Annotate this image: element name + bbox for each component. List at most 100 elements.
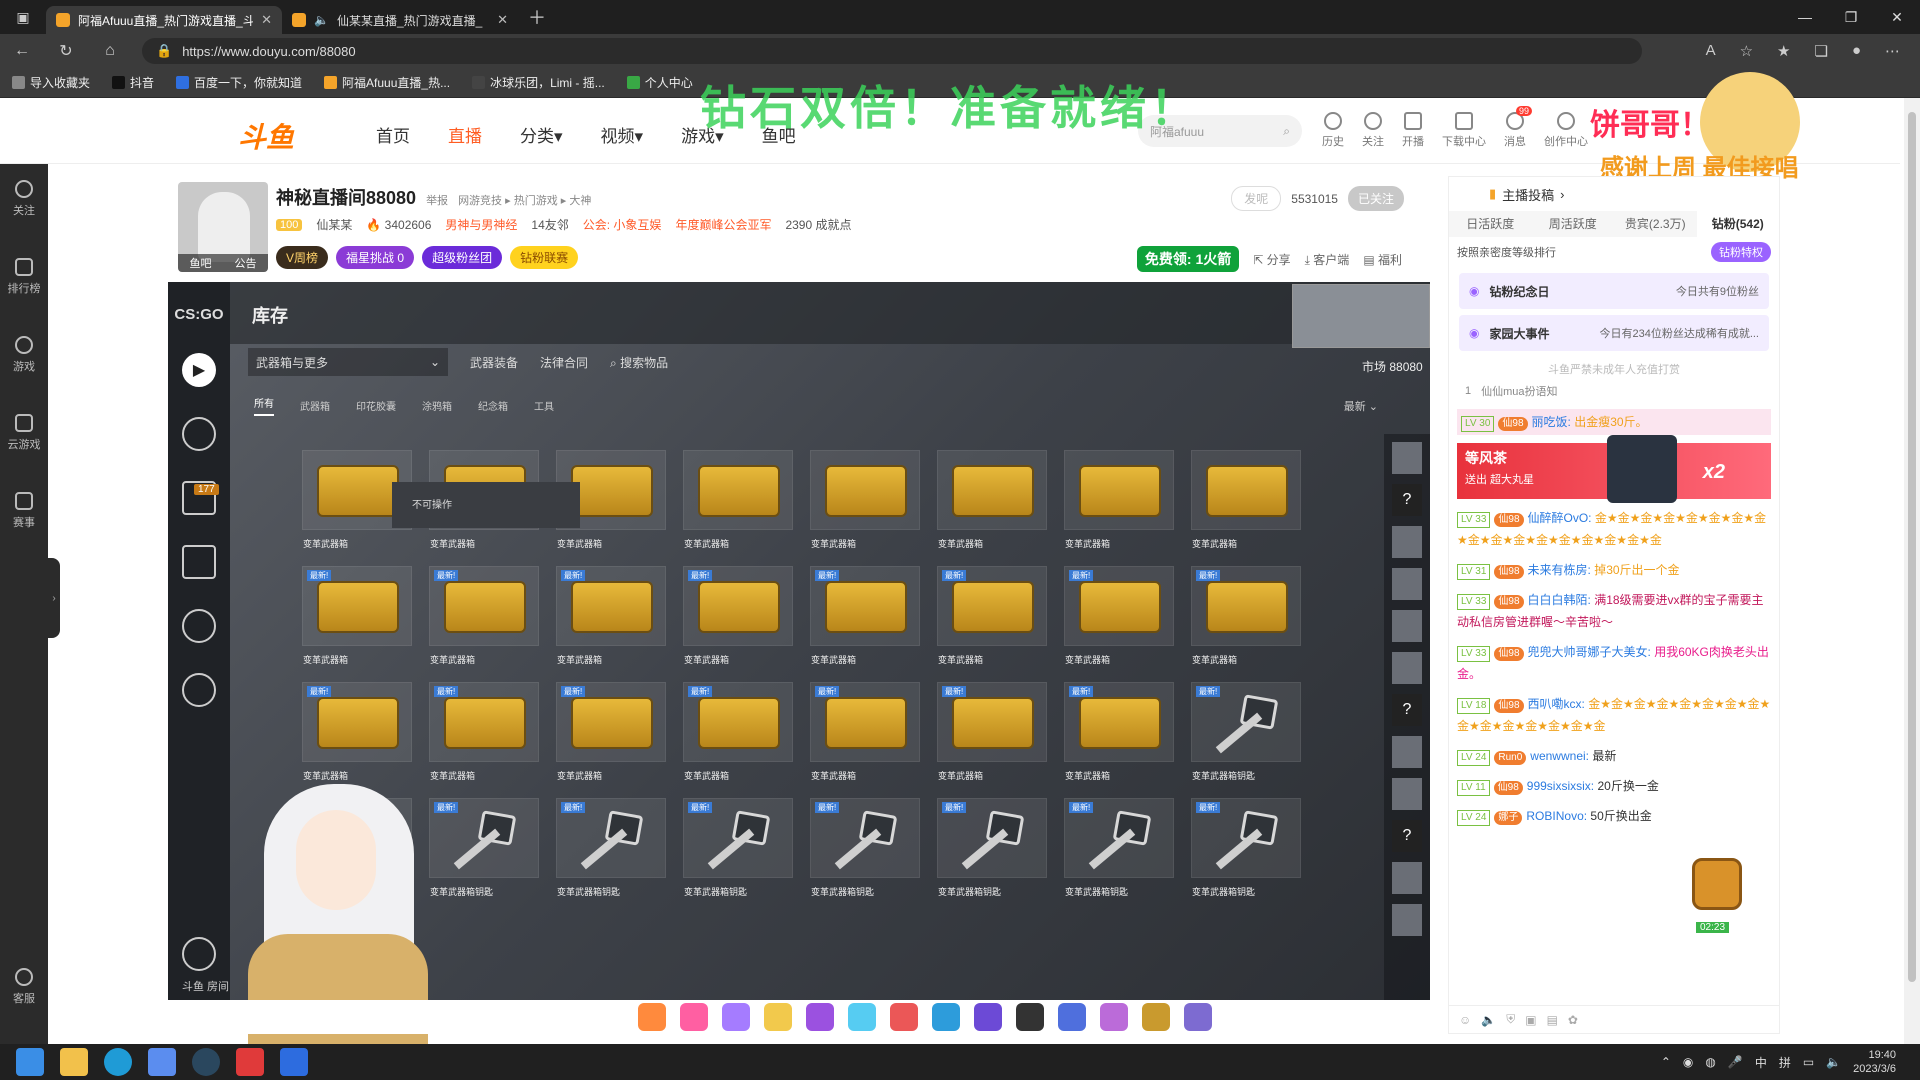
browser-tab-2[interactable]: 🔈 仙某某直播_热门游戏直播_ ✕ — [282, 6, 518, 34]
url-field[interactable]: 🔒 https://www.douyu.com/88080 — [142, 38, 1642, 64]
search-icon[interactable]: ⌕ — [1283, 124, 1290, 139]
volume-icon[interactable]: 🔈 — [1826, 1055, 1841, 1069]
gift-icon[interactable]: ✿ — [1568, 1013, 1578, 1027]
tab-diamond-fans[interactable]: 钻粉(542) — [1696, 211, 1779, 237]
client-button[interactable]: ⤓ 客户端 — [1305, 251, 1350, 268]
nav-video[interactable]: 视频▾ — [601, 122, 644, 147]
history-button[interactable]: 历史 — [1322, 112, 1344, 149]
nav-category[interactable]: 分类▾ — [520, 122, 563, 147]
lucky-challenge-pill[interactable]: 福星挑战 0 — [336, 246, 415, 269]
bookmark-item[interactable]: 阿福Afuuu直播_热... — [324, 74, 450, 91]
sidebar-item-cloud-game[interactable]: 云游戏 — [0, 414, 48, 476]
emoji-icon[interactable]: ☺ — [1459, 1013, 1471, 1027]
tab-daily-active[interactable]: 日活跃度 — [1449, 211, 1532, 237]
close-tab-icon[interactable]: ✕ — [497, 12, 508, 28]
fan-anniversary-card[interactable]: ◉ 钻粉纪念日 今日共有9位粉丝 — [1459, 273, 1769, 309]
refresh-icon[interactable]: ↻ — [44, 41, 88, 61]
restore-icon[interactable]: ❐ — [1828, 9, 1874, 26]
windows-start-icon[interactable] — [16, 1048, 44, 1076]
speaker-icon[interactable]: 🔈 — [314, 13, 329, 27]
diamond-privilege-button[interactable]: 钻粉特权 — [1711, 242, 1771, 262]
bookmark-item[interactable]: 导入收藏夹 — [12, 74, 90, 91]
browser-tab-1[interactable]: 阿福Afuuu直播_热门游戏直播_斗 ✕ — [46, 6, 282, 34]
anchor-name[interactable]: 仙某某 — [316, 216, 352, 233]
gift-item[interactable] — [1016, 1003, 1044, 1031]
douyu-logo[interactable]: 斗鱼 — [238, 116, 294, 156]
sidebar-item-service[interactable]: 客服 — [0, 968, 48, 1030]
home-event-card[interactable]: ◉ 家园大事件 今日有234位粉丝达成稀有成就... — [1459, 315, 1769, 351]
bookmark-item[interactable]: 个人中心 — [626, 74, 693, 91]
sidebar-item-ranking[interactable]: 排行榜 — [0, 258, 48, 320]
notice-link[interactable]: 公告 — [235, 255, 257, 271]
card-icon[interactable]: ▤ — [1547, 1013, 1558, 1027]
scroll-thumb[interactable] — [1908, 112, 1916, 982]
anchor-avatar[interactable]: 鱼吧 公告 — [178, 182, 268, 272]
page-scrollbar[interactable] — [1904, 98, 1920, 1044]
achievement-points[interactable]: 2390 成就点 — [785, 216, 851, 233]
home-icon[interactable]: ⌂ — [88, 42, 132, 60]
treasure-chest-icon[interactable] — [1692, 858, 1742, 910]
followed-button[interactable]: 已关注 — [1347, 186, 1404, 211]
guild-name[interactable]: 公会: 小象互娱 — [583, 216, 662, 233]
follow-button[interactable]: 关注 — [1362, 112, 1384, 149]
badge-icon[interactable]: ▣ — [1525, 1013, 1536, 1027]
add-favorite-icon[interactable]: ☆ — [1740, 42, 1753, 60]
close-tab-icon[interactable]: ✕ — [261, 12, 272, 28]
app-icon[interactable] — [280, 1048, 308, 1076]
gift-item[interactable] — [680, 1003, 708, 1031]
super-fans-pill[interactable]: 超级粉丝团 — [422, 246, 503, 269]
room-tag[interactable]: 男神与男神经 — [445, 216, 517, 233]
sidebar-item-game[interactable]: 游戏 — [0, 336, 48, 398]
sidebar-item-events[interactable]: 赛事 — [0, 492, 48, 554]
bookmark-item[interactable]: 抖音 — [112, 74, 154, 91]
nav-home[interactable]: 首页 — [376, 122, 410, 147]
gift-item[interactable] — [1058, 1003, 1086, 1031]
favorites-icon[interactable]: ★ — [1777, 42, 1790, 60]
gift-item[interactable] — [638, 1003, 666, 1031]
collections-icon[interactable]: ❏ — [1814, 42, 1827, 60]
read-aloud-icon[interactable]: A — [1706, 42, 1716, 60]
gift-item[interactable] — [1100, 1003, 1128, 1031]
gift-item[interactable] — [848, 1003, 876, 1031]
bookmark-item[interactable]: 冰球乐团，Limi - 摇... — [472, 74, 605, 91]
bookmark-item[interactable]: 百度一下，你就知道 — [176, 74, 302, 91]
tray-app-icon[interactable]: ◉ — [1683, 1055, 1693, 1069]
profile-avatar[interactable]: ● — [1852, 42, 1861, 60]
back-icon[interactable]: ← — [0, 42, 44, 60]
diamond-league-pill[interactable]: 钻粉联赛 — [510, 246, 579, 269]
fishbar-link[interactable]: 鱼吧 — [190, 255, 212, 271]
window-menu-icon[interactable]: ▣ — [0, 0, 46, 34]
display-icon[interactable]: ▭ — [1803, 1055, 1814, 1069]
neighbors-count[interactable]: 14友邻 — [531, 216, 568, 233]
store-icon[interactable] — [148, 1048, 176, 1076]
microphone-icon[interactable]: 🎤 — [1728, 1055, 1743, 1069]
clock[interactable]: 19:40 2023/3/6 — [1853, 1048, 1896, 1076]
file-explorer-icon[interactable] — [60, 1048, 88, 1076]
minimize-icon[interactable]: — — [1782, 9, 1828, 26]
new-tab-button[interactable]: ＋ — [528, 4, 546, 30]
report-link[interactable]: 举报 — [426, 192, 448, 208]
tab-weekly-active[interactable]: 周活跃度 — [1532, 211, 1615, 237]
tab-vip[interactable]: 贵宾(2.3万) — [1614, 211, 1697, 237]
gift-item[interactable] — [722, 1003, 750, 1031]
creator-center-button[interactable]: 创作中心 — [1544, 112, 1588, 149]
tray-expand-icon[interactable]: ⌃ — [1661, 1055, 1671, 1069]
download-center-button[interactable]: 下载中心 — [1442, 112, 1486, 149]
more-icon[interactable]: ⋯ — [1885, 42, 1900, 60]
gift-item[interactable] — [1142, 1003, 1170, 1031]
messages-button[interactable]: 消息 99 — [1504, 106, 1532, 149]
shield-icon[interactable]: ⛨ — [1506, 1012, 1515, 1027]
network-icon[interactable]: ◍ — [1705, 1055, 1715, 1069]
welfare-button[interactable]: ▤ 福利 — [1363, 251, 1402, 268]
rank-row[interactable]: 1 仙仙mua扮语知 — [1449, 381, 1779, 401]
close-window-icon[interactable]: ✕ — [1874, 9, 1920, 26]
speaker-icon[interactable]: 🔈 — [1481, 1013, 1496, 1027]
app-icon[interactable] — [236, 1048, 264, 1076]
ime-pinyin[interactable]: 拼 — [1779, 1054, 1791, 1071]
gift-item[interactable] — [806, 1003, 834, 1031]
gift-item[interactable] — [890, 1003, 918, 1031]
edge-icon[interactable] — [104, 1048, 132, 1076]
gift-item[interactable] — [974, 1003, 1002, 1031]
nav-live[interactable]: 直播 — [448, 122, 482, 147]
ime-mode[interactable]: 中 — [1755, 1054, 1767, 1071]
